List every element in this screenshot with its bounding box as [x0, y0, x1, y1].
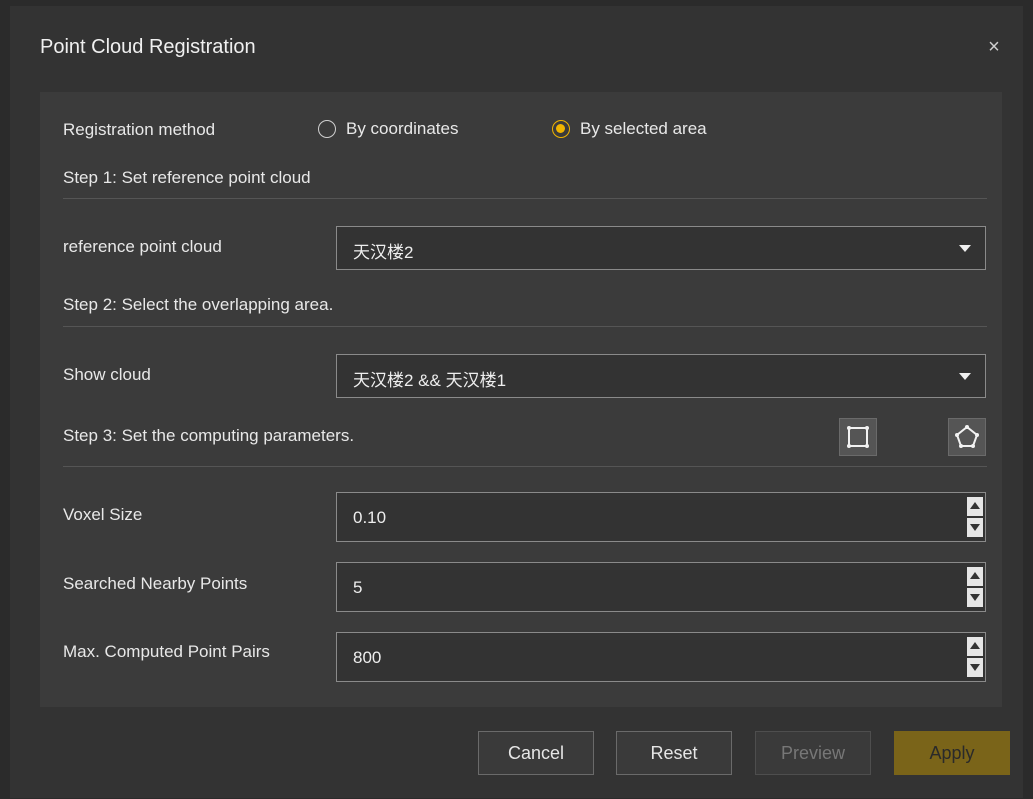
settings-panel: Registration method By coordinates By se… — [40, 92, 1002, 707]
show-cloud-dropdown[interactable]: 天汉楼2 && 天汉楼1 — [336, 354, 986, 398]
radio-label: By coordinates — [346, 119, 459, 138]
radio-by-selected-area[interactable]: By selected area — [552, 119, 707, 139]
preview-button[interactable]: Preview — [755, 731, 871, 775]
divider — [63, 326, 987, 327]
max-point-pairs-spinbox[interactable]: 800 — [336, 632, 986, 682]
close-icon[interactable]: × — [983, 36, 1005, 58]
radio-by-coordinates[interactable]: By coordinates — [318, 119, 458, 139]
increment-arrow-icon[interactable] — [967, 567, 983, 586]
chevron-down-icon — [959, 245, 971, 252]
show-cloud-label: Show cloud — [63, 365, 151, 384]
spinbox-value: 800 — [353, 648, 382, 667]
rectangle-select-button[interactable] — [839, 418, 877, 456]
decrement-arrow-icon[interactable] — [967, 588, 983, 607]
spinbox-arrows — [967, 497, 983, 537]
cancel-button[interactable]: Cancel — [478, 731, 594, 775]
step1-title: Step 1: Set reference point cloud — [63, 168, 311, 187]
nearby-points-spinbox[interactable]: 5 — [336, 562, 986, 612]
nearby-points-label: Searched Nearby Points — [63, 574, 248, 593]
radio-on-icon — [552, 120, 570, 138]
step3-title: Step 3: Set the computing parameters. — [63, 426, 355, 445]
rectangle-select-icon — [847, 426, 869, 448]
spinbox-value: 0.10 — [353, 508, 387, 527]
max-point-pairs-label: Max. Computed Point Pairs — [63, 642, 270, 661]
polygon-select-button[interactable] — [948, 418, 986, 456]
title-bar: Point Cloud Registration × — [10, 6, 1023, 86]
reference-cloud-dropdown[interactable]: 天汉楼2 — [336, 226, 986, 270]
increment-arrow-icon[interactable] — [967, 497, 983, 516]
radio-label: By selected area — [580, 119, 707, 138]
reference-cloud-label: reference point cloud — [63, 237, 222, 256]
step2-title: Step 2: Select the overlapping area. — [63, 295, 334, 314]
dropdown-value: 天汉楼2 — [353, 243, 414, 262]
radio-off-icon — [318, 120, 336, 138]
registration-method-label: Registration method — [63, 120, 216, 139]
decrement-arrow-icon[interactable] — [967, 658, 983, 677]
dialog-title: Point Cloud Registration — [40, 36, 256, 58]
chevron-down-icon — [959, 373, 971, 380]
reset-button[interactable]: Reset — [616, 731, 732, 775]
spinbox-arrows — [967, 567, 983, 607]
spinbox-value: 5 — [353, 578, 363, 597]
divider — [63, 198, 987, 199]
voxel-size-label: Voxel Size — [63, 505, 143, 524]
dropdown-value: 天汉楼2 && 天汉楼1 — [353, 371, 507, 390]
voxel-size-spinbox[interactable]: 0.10 — [336, 492, 986, 542]
decrement-arrow-icon[interactable] — [967, 518, 983, 537]
polygon-select-icon — [955, 425, 979, 448]
divider — [63, 466, 987, 467]
registration-dialog: Point Cloud Registration × Registration … — [10, 6, 1023, 798]
apply-button[interactable]: Apply — [894, 731, 1010, 775]
increment-arrow-icon[interactable] — [967, 637, 983, 656]
spinbox-arrows — [967, 637, 983, 677]
